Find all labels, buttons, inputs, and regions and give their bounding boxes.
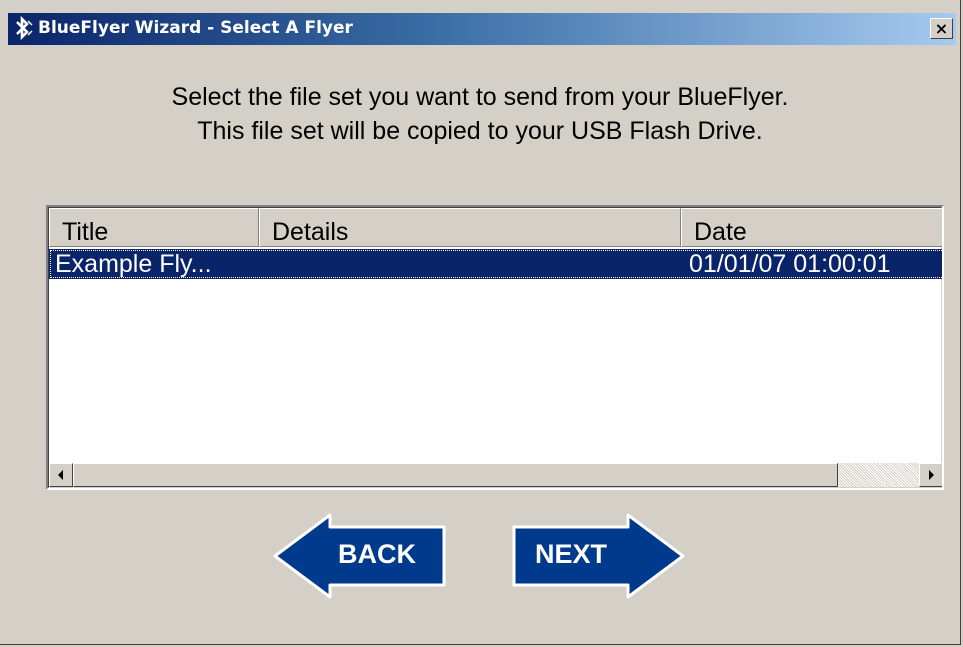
flyer-list-frame: Title Details Date Example Fly... 01/01/… xyxy=(48,207,942,488)
scrollbar-track[interactable] xyxy=(838,463,919,487)
horizontal-scrollbar[interactable] xyxy=(49,463,942,487)
wizard-window: BlueFlyer Wizard - Select A Flyer × Sele… xyxy=(0,0,961,645)
scrollbar-thumb[interactable] xyxy=(73,463,838,487)
back-button[interactable]: BACK xyxy=(272,513,448,599)
close-button[interactable]: × xyxy=(930,18,953,39)
title-bar[interactable]: BlueFlyer Wizard - Select A Flyer × xyxy=(8,13,956,45)
bluetooth-icon xyxy=(12,15,34,41)
arrow-right-icon xyxy=(929,470,934,480)
arrow-left-icon xyxy=(58,470,63,480)
close-icon: × xyxy=(934,19,949,38)
back-button-label: BACK xyxy=(338,539,416,569)
list-row-selected[interactable]: Example Fly... 01/01/07 01:00:01 xyxy=(49,249,942,279)
row-title: Example Fly... xyxy=(55,250,212,278)
list-header: Title Details Date xyxy=(49,208,942,248)
next-button-label: NEXT xyxy=(535,539,608,569)
next-button[interactable]: NEXT xyxy=(510,513,686,599)
scroll-right-button[interactable] xyxy=(919,463,942,487)
scroll-left-button[interactable] xyxy=(49,463,73,487)
instructions-line-1: Select the file set you want to send fro… xyxy=(171,83,789,111)
column-header-details[interactable]: Details xyxy=(259,208,681,247)
column-header-title[interactable]: Title xyxy=(49,208,259,247)
instructions-text: Select the file set you want to send fro… xyxy=(40,80,920,148)
window-title: BlueFlyer Wizard - Select A Flyer xyxy=(38,18,353,38)
row-date: 01/01/07 01:00:01 xyxy=(689,250,891,278)
instructions-line-2: This file set will be copied to your USB… xyxy=(197,117,763,145)
column-header-date[interactable]: Date xyxy=(681,208,942,247)
flyer-list[interactable]: Title Details Date Example Fly... 01/01/… xyxy=(46,205,944,490)
